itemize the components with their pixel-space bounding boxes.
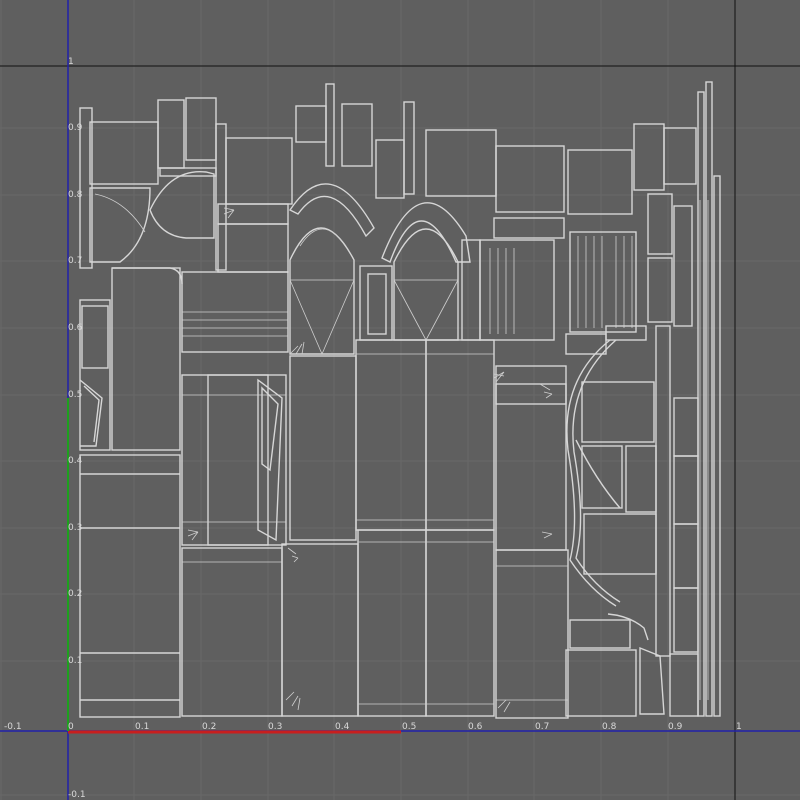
y-tick-label: 0.7 [68, 256, 82, 266]
x-tick-label: 0.3 [268, 722, 282, 732]
y-tick-label: 0.3 [68, 523, 82, 533]
x-tick-label: 0 [68, 722, 74, 732]
x-tick-label: 0.1 [135, 722, 149, 732]
axes [0, 0, 800, 800]
y-tick-label: -0.1 [68, 790, 86, 800]
x-tick-label: 0.6 [468, 722, 483, 732]
x-tick-label: 0.2 [202, 722, 216, 732]
y-tick-label: 0.9 [68, 123, 83, 133]
uv-editor-viewport[interactable]: -0.1 0 0.1 0.2 0.3 0.4 0.5 0.6 0.7 0.8 0… [0, 0, 800, 800]
x-tick-label: -0.1 [4, 722, 22, 732]
uv-bounds [0, 0, 800, 800]
x-tick-label: 0.8 [602, 722, 617, 732]
y-tick-label: 0.1 [68, 656, 82, 666]
y-tick-label: 0.8 [68, 190, 83, 200]
x-tick-label: 0.9 [668, 722, 683, 732]
y-tick-label: 0.4 [68, 456, 83, 466]
x-tick-label: 0.7 [535, 722, 549, 732]
axis-tick-labels: -0.1 0 0.1 0.2 0.3 0.4 0.5 0.6 0.7 0.8 0… [4, 57, 742, 800]
x-tick-label: 0.5 [402, 722, 416, 732]
x-tick-label: 0.4 [335, 722, 350, 732]
y-tick-label: 0.6 [68, 323, 83, 333]
y-tick-label: 1 [68, 57, 74, 67]
y-tick-label: 0.5 [68, 390, 82, 400]
uv-canvas[interactable]: -0.1 0 0.1 0.2 0.3 0.4 0.5 0.6 0.7 0.8 0… [0, 0, 800, 800]
x-tick-label: 1 [736, 722, 742, 732]
y-tick-label: 0.2 [68, 589, 82, 599]
uv-shells[interactable] [79, 81, 721, 719]
grid [0, 0, 800, 800]
